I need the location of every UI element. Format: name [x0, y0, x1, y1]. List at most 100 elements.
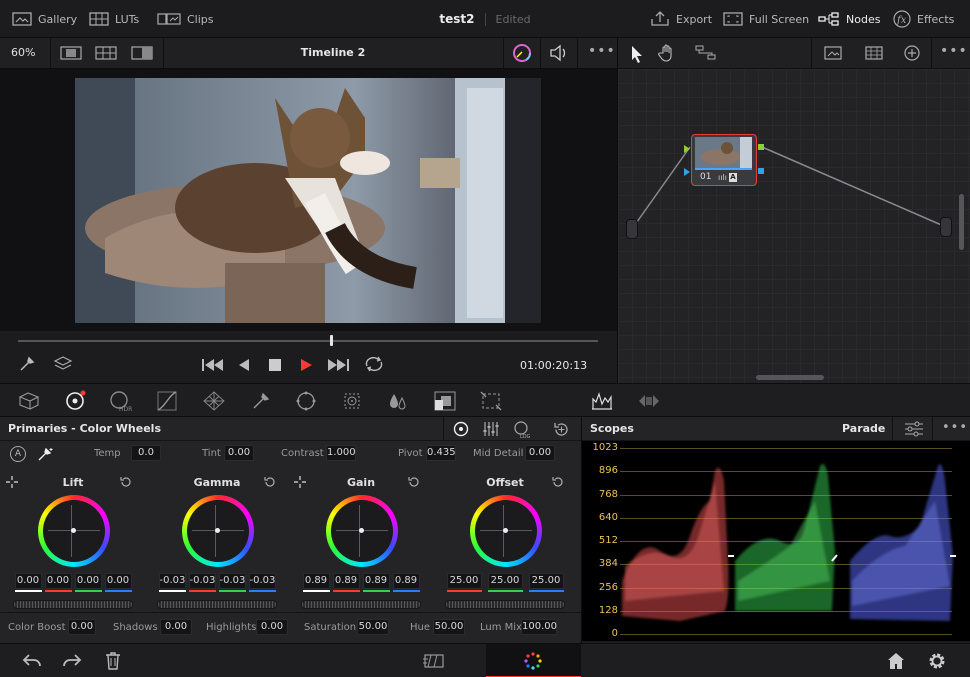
grid-view-icon[interactable]	[95, 46, 117, 60]
param-value[interactable]: 0.00	[224, 445, 254, 461]
auto-balance-icon[interactable]: A	[10, 446, 26, 462]
wheel-channel-value[interactable]: 0.00	[44, 573, 72, 592]
color-wheel[interactable]	[182, 495, 254, 567]
effects-button[interactable]: fx Effects	[893, 0, 954, 38]
wheel-channel-value[interactable]: -0.03	[158, 573, 186, 592]
wheel-channel-value[interactable]: 0.00	[14, 573, 42, 592]
scrubber-track[interactable]	[18, 340, 598, 342]
play-icon[interactable]	[300, 358, 313, 372]
node-vertical-scrollbar[interactable]	[959, 194, 964, 250]
param-value[interactable]: 100.00	[521, 619, 557, 635]
scope-more-icon[interactable]: •••	[942, 420, 968, 435]
bars-mode-icon[interactable]	[483, 421, 499, 437]
scrubber-playhead[interactable]	[330, 335, 334, 346]
add-node-icon[interactable]	[903, 44, 921, 62]
pointer-icon[interactable]	[630, 45, 644, 63]
master-wheel-slider[interactable]	[157, 600, 277, 609]
timeline-name[interactable]: Timeline 2	[163, 46, 503, 59]
wheel-reset-icon[interactable]	[119, 475, 133, 489]
node-editor[interactable]: 01 ıılı A	[618, 69, 970, 383]
node-key-input[interactable]	[684, 168, 690, 176]
color-wheels-icon[interactable]	[64, 390, 86, 412]
param-value[interactable]: 0.435	[426, 445, 456, 461]
viewer-mode-icon[interactable]	[824, 46, 842, 60]
curves-icon[interactable]	[157, 391, 177, 411]
node-rgb-input[interactable]	[684, 145, 690, 153]
node-more-icon[interactable]: •••	[940, 43, 968, 59]
white-balance-picker-icon[interactable]	[37, 446, 55, 462]
wheel-reset-icon[interactable]	[551, 475, 565, 489]
param-value[interactable]: 50.00	[433, 619, 465, 635]
split-view-icon[interactable]	[131, 46, 153, 60]
wheel-channel-value[interactable]: -0.03	[248, 573, 276, 592]
wheel-channel-value[interactable]: 25.00	[446, 573, 482, 592]
cut-page-icon[interactable]	[422, 653, 446, 669]
node-layout-icon[interactable]	[695, 45, 717, 61]
qualifier-icon[interactable]	[251, 391, 271, 411]
color-wheel[interactable]	[38, 495, 110, 567]
more-options-icon[interactable]: •••	[588, 43, 616, 59]
param-value[interactable]: 0.0	[131, 445, 161, 461]
param-value[interactable]: 0.00	[68, 619, 96, 635]
nodes-button[interactable]: Nodes	[818, 0, 880, 38]
clip-grid-icon[interactable]	[865, 46, 883, 60]
color-effects-icon[interactable]	[511, 42, 533, 64]
color-page-tab[interactable]	[486, 644, 581, 677]
undo-icon[interactable]	[22, 653, 42, 669]
scope-settings-icon[interactable]	[904, 421, 924, 437]
layers-icon[interactable]	[53, 355, 73, 373]
scope-mode-select[interactable]: Parade	[842, 422, 885, 435]
wheel-channel-value[interactable]: 0.89	[302, 573, 330, 592]
wheel-channel-value[interactable]: 0.00	[104, 573, 132, 592]
info-icon[interactable]	[638, 393, 660, 409]
output-port[interactable]	[940, 217, 952, 237]
step-back-icon[interactable]	[238, 358, 250, 372]
log-mode-icon[interactable]: LOG	[512, 420, 532, 438]
luts-button[interactable]: LUTs	[89, 0, 139, 38]
input-port[interactable]	[626, 219, 638, 239]
node-key-output[interactable]	[758, 168, 764, 174]
wheel-channel-value[interactable]: 0.89	[362, 573, 390, 592]
wheel-channel-value[interactable]: 0.89	[392, 573, 420, 592]
blur-icon[interactable]	[388, 391, 408, 411]
video-frame[interactable]	[75, 78, 541, 323]
color-wheel[interactable]	[326, 495, 398, 567]
param-value[interactable]: 1.000	[326, 445, 356, 461]
settings-gear-icon[interactable]	[927, 651, 947, 671]
hand-icon[interactable]	[658, 44, 676, 62]
export-button[interactable]: Export	[650, 0, 712, 38]
master-wheel-slider[interactable]	[445, 600, 565, 609]
param-value[interactable]: 50.00	[357, 619, 389, 635]
master-wheel-slider[interactable]	[301, 600, 421, 609]
picker-icon[interactable]	[18, 355, 36, 373]
node-horizontal-scrollbar[interactable]	[756, 375, 824, 380]
wheels-mode-icon[interactable]	[453, 421, 469, 437]
stop-icon[interactable]	[269, 359, 281, 371]
key-icon[interactable]	[434, 391, 456, 411]
wheel-channel-value[interactable]: 25.00	[487, 573, 523, 592]
loop-icon[interactable]	[363, 355, 385, 373]
wheel-channel-value[interactable]: -0.03	[218, 573, 246, 592]
color-wheel[interactable]	[470, 495, 542, 567]
sizing-icon[interactable]	[480, 391, 502, 411]
node-rgb-output[interactable]	[758, 144, 764, 150]
redo-icon[interactable]	[62, 653, 82, 669]
scopes-icon[interactable]	[591, 391, 613, 411]
param-value[interactable]: 0.00	[256, 619, 288, 635]
wheel-channel-value[interactable]: -0.03	[188, 573, 216, 592]
gallery-button[interactable]: Gallery	[12, 0, 77, 38]
node-01[interactable]: 01 ıılı A	[691, 134, 757, 186]
wheel-reset-icon[interactable]	[263, 475, 277, 489]
wheel-channel-value[interactable]: 0.00	[74, 573, 102, 592]
window-icon[interactable]	[295, 390, 317, 412]
wheel-reset-icon[interactable]	[407, 475, 421, 489]
master-wheel-slider[interactable]	[13, 600, 133, 609]
skip-back-icon[interactable]	[201, 358, 225, 372]
trash-icon[interactable]	[105, 652, 121, 670]
zoom-level[interactable]: 60%	[11, 46, 35, 59]
wheel-channel-value[interactable]: 0.89	[332, 573, 360, 592]
home-icon[interactable]	[887, 652, 905, 670]
camera-raw-icon[interactable]	[18, 391, 42, 411]
reset-all-icon[interactable]	[553, 421, 570, 438]
clips-button[interactable]: Clips	[157, 0, 214, 38]
